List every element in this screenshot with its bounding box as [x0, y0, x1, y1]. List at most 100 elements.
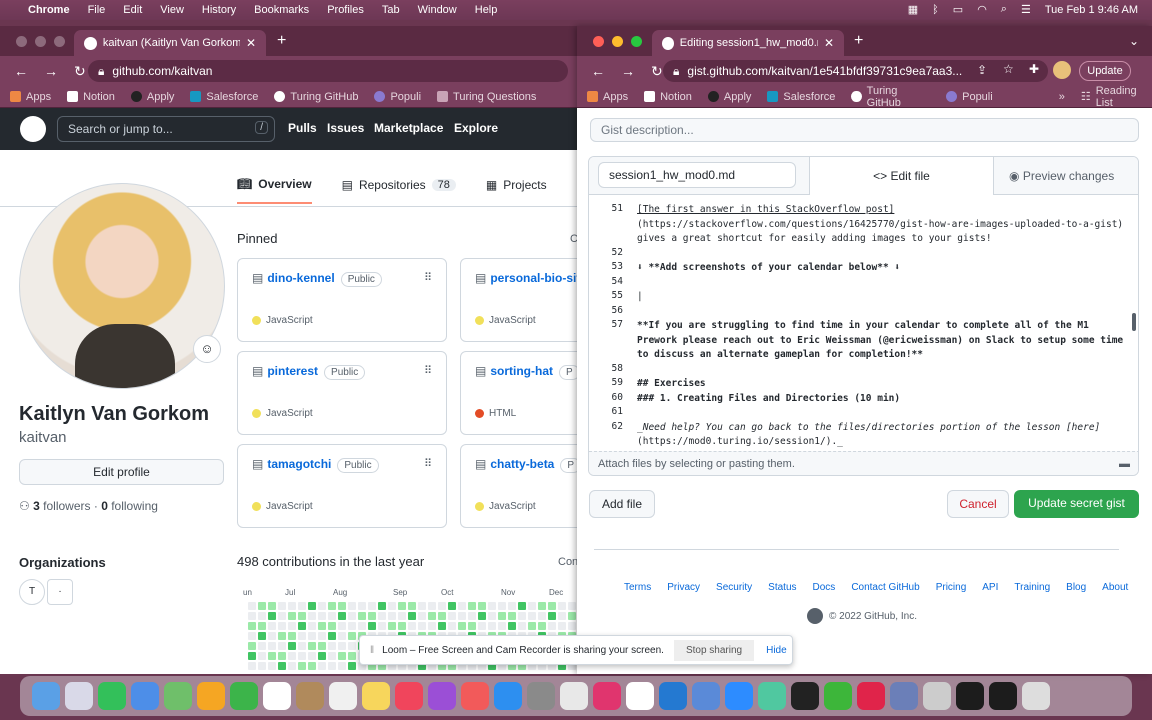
- contribution-day[interactable]: [308, 612, 316, 620]
- cancel-button[interactable]: Cancel: [947, 490, 1009, 518]
- footer-link[interactable]: Terms: [624, 582, 651, 593]
- terminal-icon[interactable]: [791, 682, 819, 710]
- contribution-day[interactable]: [328, 622, 336, 630]
- app-store-icon[interactable]: [494, 682, 522, 710]
- contribution-day[interactable]: [378, 602, 386, 610]
- contribution-day[interactable]: [398, 612, 406, 620]
- back-icon[interactable]: ←: [591, 63, 605, 79]
- followers-count[interactable]: 3: [33, 499, 40, 513]
- pinned-repo-card[interactable]: ▤ chatty-beta P JavaScript: [460, 444, 580, 528]
- tab-preview-changes[interactable]: ◉ Preview changes: [1009, 157, 1138, 195]
- contribution-day[interactable]: [508, 602, 516, 610]
- contribution-day[interactable]: [258, 622, 266, 630]
- xcode-icon[interactable]: [692, 682, 720, 710]
- contribution-day[interactable]: [318, 612, 326, 620]
- forward-icon[interactable]: →: [44, 63, 58, 79]
- chrome-icon[interactable]: [560, 682, 588, 710]
- code-editor[interactable]: 51 [The first answer in this StackOverflo…: [589, 195, 1138, 451]
- music-icon[interactable]: [395, 682, 423, 710]
- contribution-day[interactable]: [538, 622, 546, 630]
- photos-icon[interactable]: [197, 682, 225, 710]
- search-input[interactable]: Search or jump to... /: [57, 116, 275, 142]
- reload-icon[interactable]: ↻: [74, 63, 86, 80]
- contribution-day[interactable]: [458, 612, 466, 620]
- downloads-folder-icon[interactable]: [923, 682, 951, 710]
- pinned-repo-card[interactable]: ▤ pinterest Public ⠿ JavaScript: [237, 351, 447, 435]
- contribution-day[interactable]: [248, 622, 256, 630]
- contribution-day[interactable]: [428, 602, 436, 610]
- contribution-day[interactable]: [548, 602, 556, 610]
- contribution-day[interactable]: [308, 602, 316, 610]
- contribution-day[interactable]: [288, 662, 296, 670]
- github-logo-icon[interactable]: [20, 116, 46, 142]
- contribution-day[interactable]: [258, 612, 266, 620]
- menu-tab[interactable]: Tab: [382, 4, 400, 16]
- finder-icon[interactable]: [32, 682, 60, 710]
- following-label[interactable]: following: [111, 499, 158, 513]
- recent-window-icon[interactable]: [989, 682, 1017, 710]
- contribution-day[interactable]: [298, 652, 306, 660]
- contribution-day[interactable]: [308, 642, 316, 650]
- messages-icon[interactable]: [98, 682, 126, 710]
- contribution-day[interactable]: [348, 622, 356, 630]
- tab-overview[interactable]: 📖︎ Overview: [237, 174, 312, 204]
- new-tab-icon[interactable]: +: [277, 32, 286, 50]
- contribution-day[interactable]: [268, 652, 276, 660]
- contribution-day[interactable]: [368, 602, 376, 610]
- contribution-day[interactable]: [538, 612, 546, 620]
- contribution-day[interactable]: [288, 652, 296, 660]
- contribution-day[interactable]: [568, 612, 576, 620]
- recent-window-icon[interactable]: [956, 682, 984, 710]
- bookmark-notion[interactable]: Notion: [644, 91, 692, 103]
- menu-view[interactable]: View: [160, 4, 184, 16]
- reminders-icon[interactable]: [329, 682, 357, 710]
- contribution-day[interactable]: [338, 642, 346, 650]
- vscode-icon[interactable]: [659, 682, 687, 710]
- repo-name-link[interactable]: pinterest: [267, 364, 318, 378]
- zoom-window-button[interactable]: [54, 36, 65, 47]
- contribution-day[interactable]: [468, 602, 476, 610]
- contribution-day[interactable]: [338, 602, 346, 610]
- browser-tab-profile[interactable]: kaitvan (Kaitlyn Van Gorkom ✕: [74, 30, 266, 56]
- contribution-settings-link[interactable]: Con: [558, 556, 578, 568]
- contribution-day[interactable]: [518, 602, 526, 610]
- contribution-day[interactable]: [258, 602, 266, 610]
- repo-name-link[interactable]: tamagotchi: [267, 457, 331, 471]
- forward-icon[interactable]: →: [621, 63, 635, 79]
- bookmark-apply[interactable]: Apply: [707, 91, 751, 103]
- bookmark-salesforce[interactable]: Salesforce: [767, 91, 835, 103]
- footer-link[interactable]: Docs: [813, 582, 836, 593]
- extensions-icon[interactable]: ✚: [1029, 62, 1039, 76]
- bookmark-turing-github[interactable]: Turing GitHub: [274, 91, 358, 103]
- contribution-day[interactable]: [408, 622, 416, 630]
- contribution-day[interactable]: [488, 612, 496, 620]
- repo-name-link[interactable]: chatty-beta: [490, 457, 554, 471]
- menu-profiles[interactable]: Profiles: [327, 4, 364, 16]
- contribution-day[interactable]: [508, 622, 516, 630]
- tab-projects[interactable]: ▦ Projects: [486, 174, 547, 204]
- smiley-icon[interactable]: ☺: [193, 335, 221, 363]
- contribution-day[interactable]: [268, 602, 276, 610]
- numbers-icon[interactable]: [824, 682, 852, 710]
- contribution-day[interactable]: [278, 642, 286, 650]
- contribution-day[interactable]: [478, 622, 486, 630]
- contribution-day[interactable]: [318, 652, 326, 660]
- contribution-day[interactable]: [458, 622, 466, 630]
- nav-issues[interactable]: Issues: [327, 121, 364, 135]
- attach-files-area[interactable]: Attach files by selecting or pasting the…: [589, 451, 1138, 475]
- contribution-day[interactable]: [398, 602, 406, 610]
- menu-history[interactable]: History: [202, 4, 236, 16]
- contribution-day[interactable]: [438, 612, 446, 620]
- contribution-day[interactable]: [258, 632, 266, 640]
- contribution-day[interactable]: [388, 612, 396, 620]
- contribution-day[interactable]: [388, 622, 396, 630]
- contribution-day[interactable]: [348, 602, 356, 610]
- tab-edit-file[interactable]: <> Edit file: [809, 157, 994, 195]
- close-window-button[interactable]: [593, 36, 604, 47]
- contribution-day[interactable]: [358, 622, 366, 630]
- bookmark-turing-questions[interactable]: Turing Questions: [437, 91, 536, 103]
- contribution-day[interactable]: [298, 642, 306, 650]
- drag-handle-icon[interactable]: ⠿: [424, 457, 432, 470]
- tab-search-chevron-icon[interactable]: ⌄: [1129, 34, 1139, 48]
- maps-icon[interactable]: [164, 682, 192, 710]
